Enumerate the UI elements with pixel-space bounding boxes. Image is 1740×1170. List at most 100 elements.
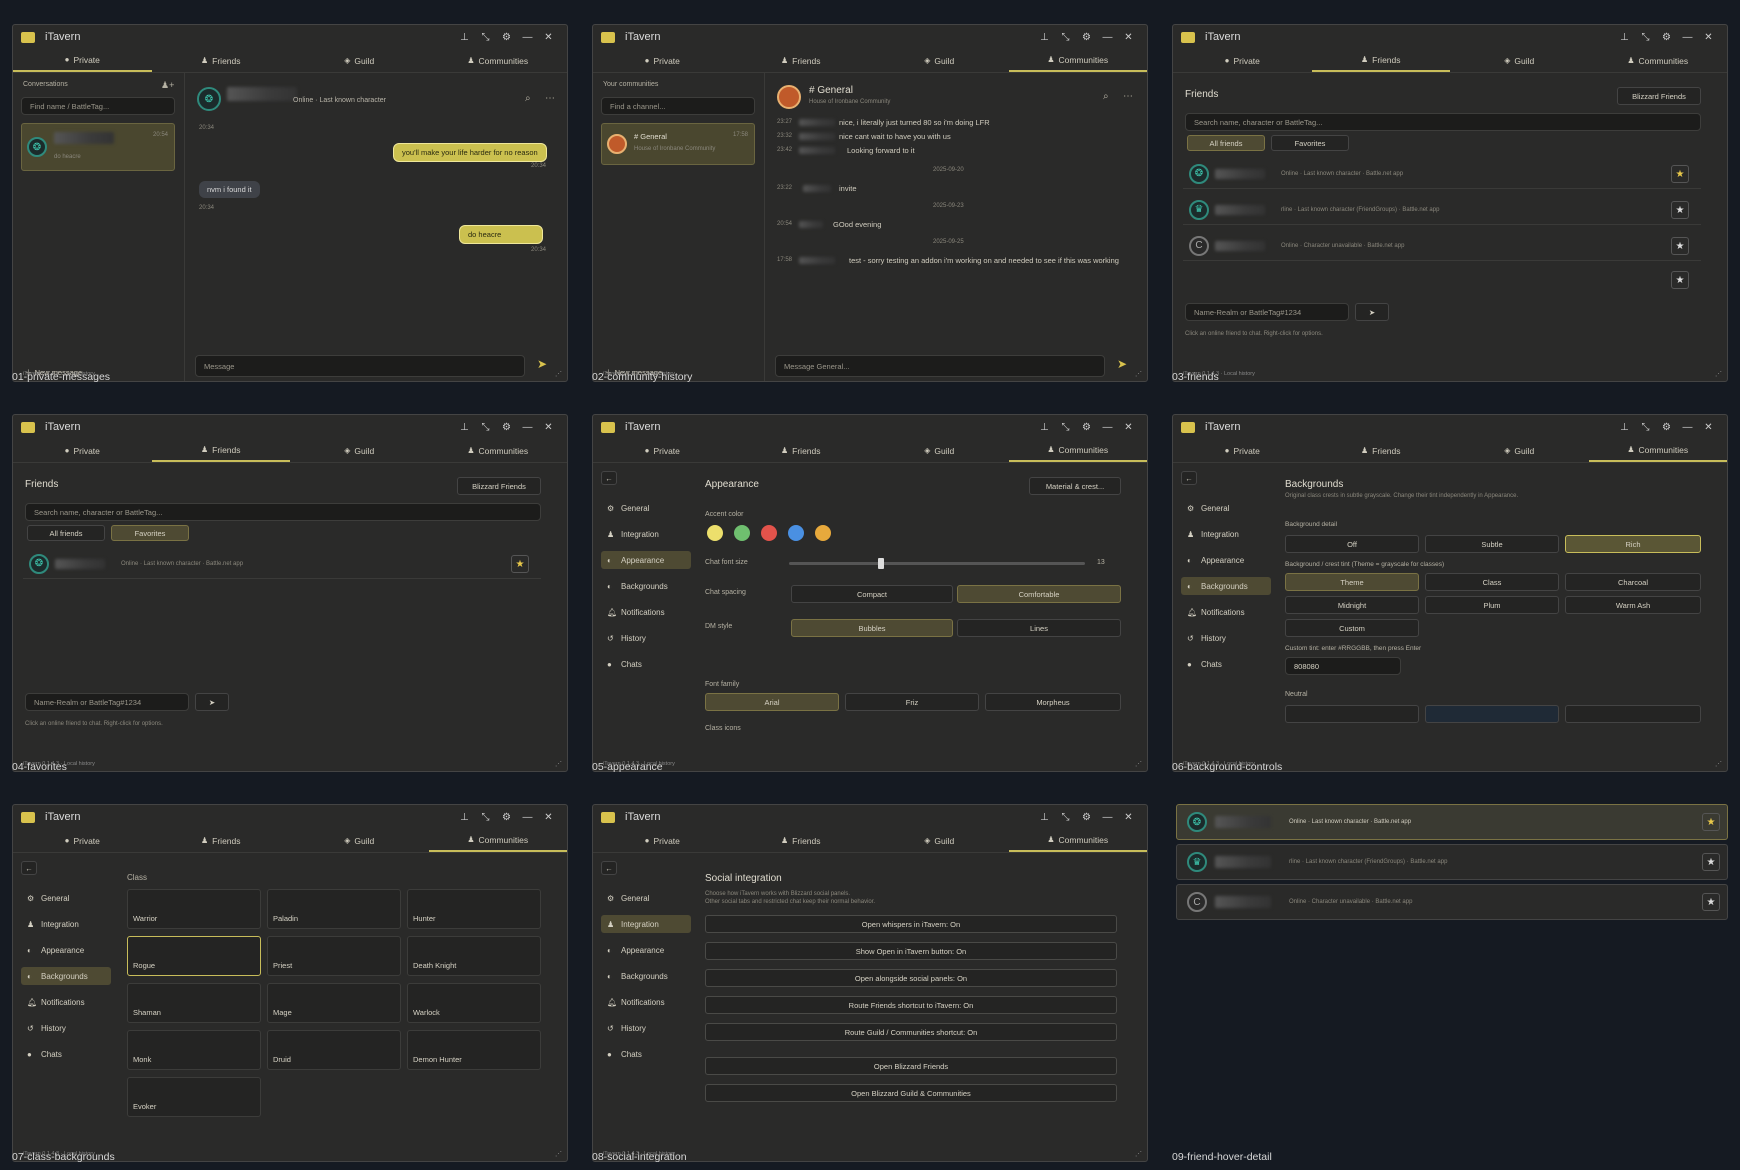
settings-icon[interactable]: ⚙ xyxy=(1076,812,1097,823)
favorite-star-icon[interactable]: ★ xyxy=(1671,237,1689,255)
close-icon[interactable]: ✕ xyxy=(1698,422,1719,433)
pin-icon[interactable]: ⊥ xyxy=(1614,422,1635,433)
minimize-icon[interactable]: — xyxy=(1097,812,1118,823)
nav-general[interactable]: ⚙ General xyxy=(601,499,691,517)
nav-chats[interactable]: ● Chats xyxy=(1181,655,1271,673)
send-request-button[interactable]: ➤ xyxy=(1355,303,1389,321)
tab-friends[interactable]: ♟ Friends xyxy=(732,439,871,462)
friend-row[interactable]: C Online · Character unavailable · Battle… xyxy=(1176,884,1728,920)
settings-icon[interactable]: ⚙ xyxy=(1656,422,1677,433)
nav-notifications[interactable]: 🔔︎ Notifications xyxy=(21,993,111,1011)
close-icon[interactable]: ✕ xyxy=(1118,812,1139,823)
toggle-alongside-panels[interactable]: Open alongside social panels: On xyxy=(705,969,1117,987)
tab-guild[interactable]: ◈ Guild xyxy=(290,439,429,462)
class-tile-shaman[interactable]: Shaman xyxy=(127,983,261,1023)
neutral-swatch[interactable] xyxy=(1565,705,1701,723)
resize-grip-icon[interactable]: ⋰ xyxy=(555,760,562,768)
accent-swatch-green[interactable] xyxy=(734,525,750,541)
tab-communities[interactable]: ♟ Communities xyxy=(1008,829,1147,852)
nav-general[interactable]: ⚙ General xyxy=(601,889,691,907)
nav-backgrounds[interactable]: ◐ Backgrounds xyxy=(601,577,691,595)
tab-private[interactable]: ● Private xyxy=(593,829,732,852)
detail-off-button[interactable]: Off xyxy=(1285,535,1419,553)
nav-history[interactable]: ↺ History xyxy=(601,1019,691,1037)
settings-icon[interactable]: ⚙ xyxy=(496,32,517,43)
settings-icon[interactable]: ⚙ xyxy=(1076,422,1097,433)
friend-row[interactable]: C Online · Character unavailable · Battle… xyxy=(1183,231,1701,261)
channel-item[interactable]: # General House of Ironbane Community 17… xyxy=(601,123,755,165)
font-size-slider[interactable] xyxy=(789,558,1085,569)
settings-icon[interactable]: ⚙ xyxy=(1656,32,1677,43)
class-tile-demon-hunter[interactable]: Demon Hunter xyxy=(407,1030,541,1070)
favorite-star-icon[interactable]: ★ xyxy=(1702,893,1720,911)
resize-grip-icon[interactable]: ⋰ xyxy=(1135,1150,1142,1158)
neutral-swatch[interactable] xyxy=(1285,705,1419,723)
tab-friends[interactable]: ♟ Friends xyxy=(152,829,291,852)
minimize-icon[interactable]: — xyxy=(517,32,538,43)
pin-icon[interactable]: ⊥ xyxy=(454,422,475,433)
tab-guild[interactable]: ◈ Guild xyxy=(290,829,429,852)
tint-midnight-button[interactable]: Midnight xyxy=(1285,596,1419,614)
toggle-open-whispers[interactable]: Open whispers in iTavern: On xyxy=(705,915,1117,933)
nav-integration[interactable]: ♟ Integration xyxy=(21,915,111,933)
tab-private[interactable]: ● Private xyxy=(1173,439,1312,462)
font-morpheus-button[interactable]: Morpheus xyxy=(985,693,1121,711)
tab-friends[interactable]: ♟ Friends xyxy=(151,439,290,462)
class-tile-monk[interactable]: Monk xyxy=(127,1030,261,1070)
nav-notifications[interactable]: 🔔︎ Notifications xyxy=(601,993,691,1011)
tint-charcoal-button[interactable]: Charcoal xyxy=(1565,573,1701,591)
favorite-star-icon[interactable]: ★ xyxy=(1702,813,1720,831)
tint-custom-button[interactable]: Custom xyxy=(1285,619,1419,637)
accent-swatch-red[interactable] xyxy=(761,525,777,541)
toggle-route-guild[interactable]: Route Guild / Communities shortcut: On xyxy=(705,1023,1117,1041)
class-tile-hunter[interactable]: Hunter xyxy=(407,889,541,929)
friend-row[interactable]: ♛ rline · Last known character (FriendGro… xyxy=(1176,844,1728,880)
pin-icon[interactable]: ⊥ xyxy=(1034,32,1055,43)
tab-guild[interactable]: ◈ Guild xyxy=(870,49,1009,72)
class-tile-evoker[interactable]: Evoker xyxy=(127,1077,261,1117)
favorite-star-icon[interactable]: ★ xyxy=(1671,271,1689,289)
send-icon[interactable]: ➤ xyxy=(1117,357,1127,371)
pin-icon[interactable]: ⊥ xyxy=(1614,32,1635,43)
toggle-route-friends[interactable]: Route Friends shortcut to iTavern: On xyxy=(705,996,1117,1014)
favorite-star-icon[interactable]: ★ xyxy=(511,555,529,573)
minimize-icon[interactable]: — xyxy=(1097,32,1118,43)
back-arrow-icon[interactable]: ← xyxy=(601,861,617,875)
send-request-button[interactable]: ➤ xyxy=(195,693,229,711)
friend-search-input[interactable]: Search name, character or BattleTag... xyxy=(1185,113,1701,131)
resize-grip-icon[interactable]: ⋰ xyxy=(1715,370,1722,378)
spacing-compact-button[interactable]: Compact xyxy=(791,585,953,603)
nav-appearance[interactable]: ◐ Appearance xyxy=(1181,551,1271,569)
compact-icon[interactable]: ⤡ xyxy=(475,422,496,433)
pin-icon[interactable]: ⊥ xyxy=(454,812,475,823)
favorite-star-icon[interactable]: ★ xyxy=(1671,201,1689,219)
tab-guild[interactable]: ◈ Guild xyxy=(870,829,1009,852)
nav-backgrounds[interactable]: ◐ Backgrounds xyxy=(1181,577,1271,595)
pin-icon[interactable]: ⊥ xyxy=(454,32,475,43)
open-blizzard-guild-button[interactable]: Open Blizzard Guild & Communities xyxy=(705,1084,1117,1102)
nav-integration[interactable]: ♟ Integration xyxy=(1181,525,1271,543)
nav-backgrounds[interactable]: ◐ Backgrounds xyxy=(21,967,111,985)
close-icon[interactable]: ✕ xyxy=(538,812,559,823)
close-icon[interactable]: ✕ xyxy=(538,422,559,433)
pin-icon[interactable]: ⊥ xyxy=(1034,812,1055,823)
tab-private[interactable]: ● Private xyxy=(1173,49,1312,72)
add-friend-input[interactable]: Name-Realm or BattleTag#1234 xyxy=(1185,303,1349,321)
blizzard-friends-button[interactable]: Blizzard Friends xyxy=(1617,87,1701,105)
back-arrow-icon[interactable]: ← xyxy=(1181,471,1197,485)
compact-icon[interactable]: ⤡ xyxy=(1055,422,1076,433)
tint-warm-ash-button[interactable]: Warm Ash xyxy=(1565,596,1701,614)
favorites-filter[interactable]: Favorites xyxy=(111,525,189,541)
tab-private[interactable]: ● Private xyxy=(13,439,152,462)
detail-rich-button[interactable]: Rich xyxy=(1565,535,1701,553)
search-icon[interactable]: ⌕ xyxy=(1103,91,1109,102)
font-friz-button[interactable]: Friz xyxy=(845,693,979,711)
favorites-filter[interactable]: Favorites xyxy=(1271,135,1349,151)
tab-private[interactable]: ● Private xyxy=(593,439,732,462)
close-icon[interactable]: ✕ xyxy=(538,32,559,43)
nav-chats[interactable]: ● Chats xyxy=(601,655,691,673)
nav-chats[interactable]: ● Chats xyxy=(601,1045,691,1063)
class-tile-warrior[interactable]: Warrior xyxy=(127,889,261,929)
accent-swatch-blue[interactable] xyxy=(788,525,804,541)
tab-friends[interactable]: ♟ Friends xyxy=(1312,439,1451,462)
